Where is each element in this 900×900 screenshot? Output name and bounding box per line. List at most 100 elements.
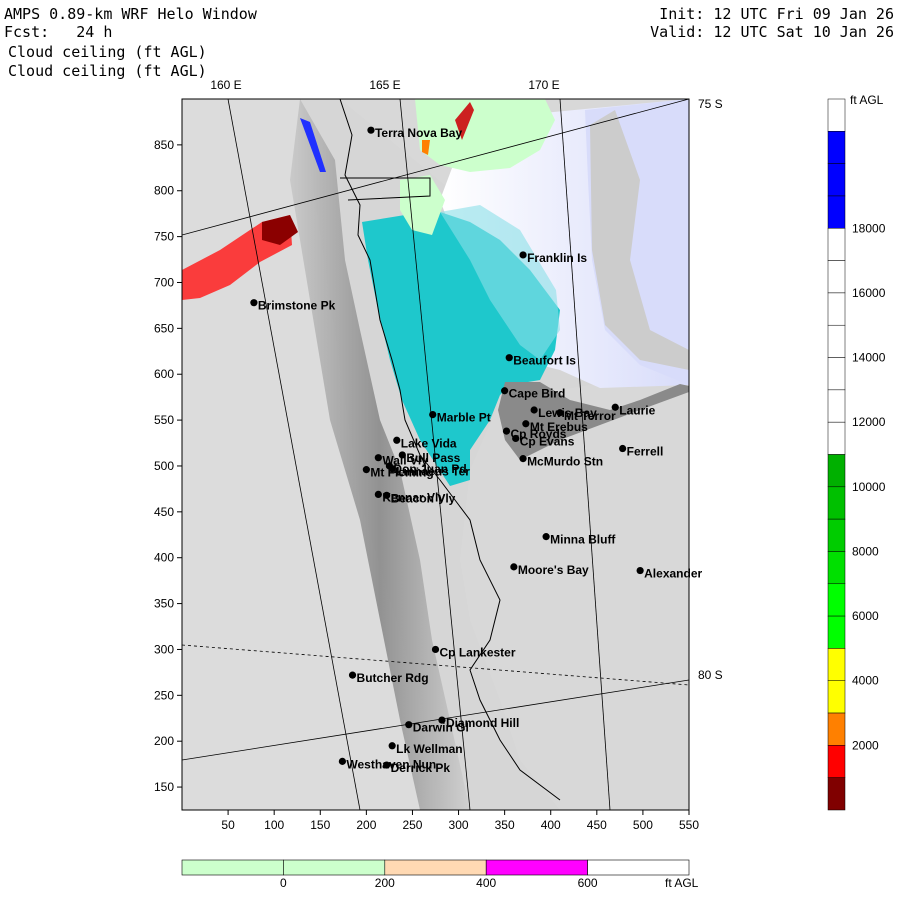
place-label: Franklin Is — [527, 251, 587, 265]
colorbar-segment — [827, 583, 846, 617]
place-label: Cp Lankester — [440, 645, 516, 659]
place-label: Ferrell — [627, 445, 664, 459]
colorbar-unit-bottom: ft AGL — [665, 876, 699, 890]
place-marker — [388, 465, 396, 473]
place-marker — [398, 451, 406, 459]
place-marker — [556, 409, 564, 417]
x-tick-label: 300 — [449, 818, 469, 832]
colorbar-segment — [181, 859, 284, 876]
colorbar-segment — [827, 486, 846, 520]
colorbar-tick-label: 600 — [578, 876, 598, 890]
colorbar-tick-label: 16000 — [852, 286, 886, 300]
colorbar-tick-label: 4000 — [852, 674, 879, 688]
place-marker — [510, 563, 518, 571]
latitude-label-75: 75 S — [698, 97, 723, 111]
place-marker — [348, 671, 357, 679]
place-marker — [429, 410, 437, 419]
x-tick-label: 250 — [402, 818, 422, 832]
place-marker — [519, 455, 527, 463]
place-marker — [522, 420, 530, 428]
y-tick-label: 750 — [154, 230, 174, 244]
place-marker — [512, 434, 520, 443]
place-label: Brimstone Pk — [258, 299, 336, 313]
colorbar-tick-label: 200 — [375, 876, 395, 890]
x-tick-label: 550 — [679, 818, 699, 832]
colorbar-tick-label: 2000 — [852, 738, 879, 752]
y-tick-label: 600 — [154, 367, 174, 381]
colorbar-segment — [283, 859, 386, 876]
y-tick-label: 150 — [154, 780, 174, 794]
colorbar-segment — [587, 859, 690, 876]
y-tick-label: 300 — [154, 642, 174, 656]
place-marker — [338, 757, 346, 765]
colorbar-segment — [827, 98, 846, 132]
place-marker — [388, 742, 396, 750]
colorbar-tick-label: 6000 — [852, 609, 879, 623]
x-tick-label: 350 — [495, 818, 515, 832]
place-label: Moore's Bay — [518, 563, 589, 577]
map-figure: 50 100 150 200 250 300 350 400 450 500 550 150 200 2… — [154, 78, 886, 890]
place-label: Cp Evans — [520, 434, 575, 448]
colorbar-tick-label: 12000 — [852, 415, 886, 429]
colorbar-segment — [384, 859, 487, 876]
colorbar-segment — [827, 260, 846, 294]
place-marker — [405, 721, 413, 729]
x-tick-label: 450 — [587, 818, 607, 832]
place-label: Cape Bird — [509, 387, 566, 401]
colorbar-horizontal: 0 200 400 600 — [181, 859, 690, 890]
y-tick-label: 350 — [154, 597, 174, 611]
y-tick-label: 800 — [154, 184, 174, 198]
y-tick-label: 700 — [154, 275, 174, 289]
x-tick-label: 500 — [633, 818, 653, 832]
place-marker — [250, 299, 258, 307]
colorbar-segment — [485, 859, 588, 876]
place-marker — [367, 126, 375, 134]
y-tick-label: 200 — [154, 734, 174, 748]
place-marker — [505, 354, 513, 362]
place-marker — [362, 466, 370, 474]
colorbar-segment — [827, 389, 846, 423]
place-label: McMurdo Stn — [527, 455, 603, 469]
x-tick-label: 100 — [264, 818, 284, 832]
place-label: Derrick Pk — [391, 761, 451, 775]
colorbar-tick-label: 14000 — [852, 351, 886, 365]
place-label: Laurie — [619, 403, 655, 417]
colorbar-segment — [827, 195, 846, 229]
place-marker — [383, 761, 391, 769]
colorbar-segment — [827, 712, 846, 746]
place-marker — [636, 566, 644, 575]
place-marker — [374, 454, 382, 462]
place-marker — [519, 251, 527, 259]
place-label: Alexander — [644, 567, 702, 581]
y-tick-label: 850 — [154, 138, 174, 152]
y-tick-label: 450 — [154, 505, 174, 519]
colorbar-segment — [827, 357, 846, 391]
colorbar-tick-label: 8000 — [852, 544, 879, 558]
colorbar-segment — [827, 680, 846, 714]
longitude-label-160: 160 E — [210, 78, 241, 92]
colorbar-segment — [827, 777, 846, 811]
place-label: Lk Wellman — [396, 742, 462, 756]
place-marker — [530, 406, 538, 414]
colorbar-tick-label: 18000 — [852, 221, 886, 235]
place-label: Lake Vida — [401, 436, 457, 450]
y-tick-label: 550 — [154, 413, 174, 427]
x-tick-label: 400 — [541, 818, 561, 832]
colorbar-tick-label: 0 — [280, 876, 287, 890]
colorbar-segment — [827, 228, 846, 261]
place-label: Marble Pt — [437, 411, 491, 425]
y-tick-label: 650 — [154, 321, 174, 335]
place-label: Darwin Gl — [413, 721, 469, 735]
place-marker — [431, 645, 440, 654]
colorbar-segment — [827, 292, 846, 326]
colorbar-segment — [827, 454, 846, 488]
place-marker — [619, 444, 627, 453]
y-axis: 150 200 250 300 350 400 450 500 550 600 650 700 750 8… — [154, 138, 182, 794]
colorbar-segment — [827, 551, 846, 585]
y-tick-label: 400 — [154, 551, 174, 565]
place-marker — [501, 387, 509, 395]
colorbar-segment — [827, 421, 846, 455]
place-label: Linnaeus Ter — [396, 465, 470, 479]
place-marker — [374, 490, 382, 499]
colorbar-unit-right: ft AGL — [850, 93, 884, 107]
